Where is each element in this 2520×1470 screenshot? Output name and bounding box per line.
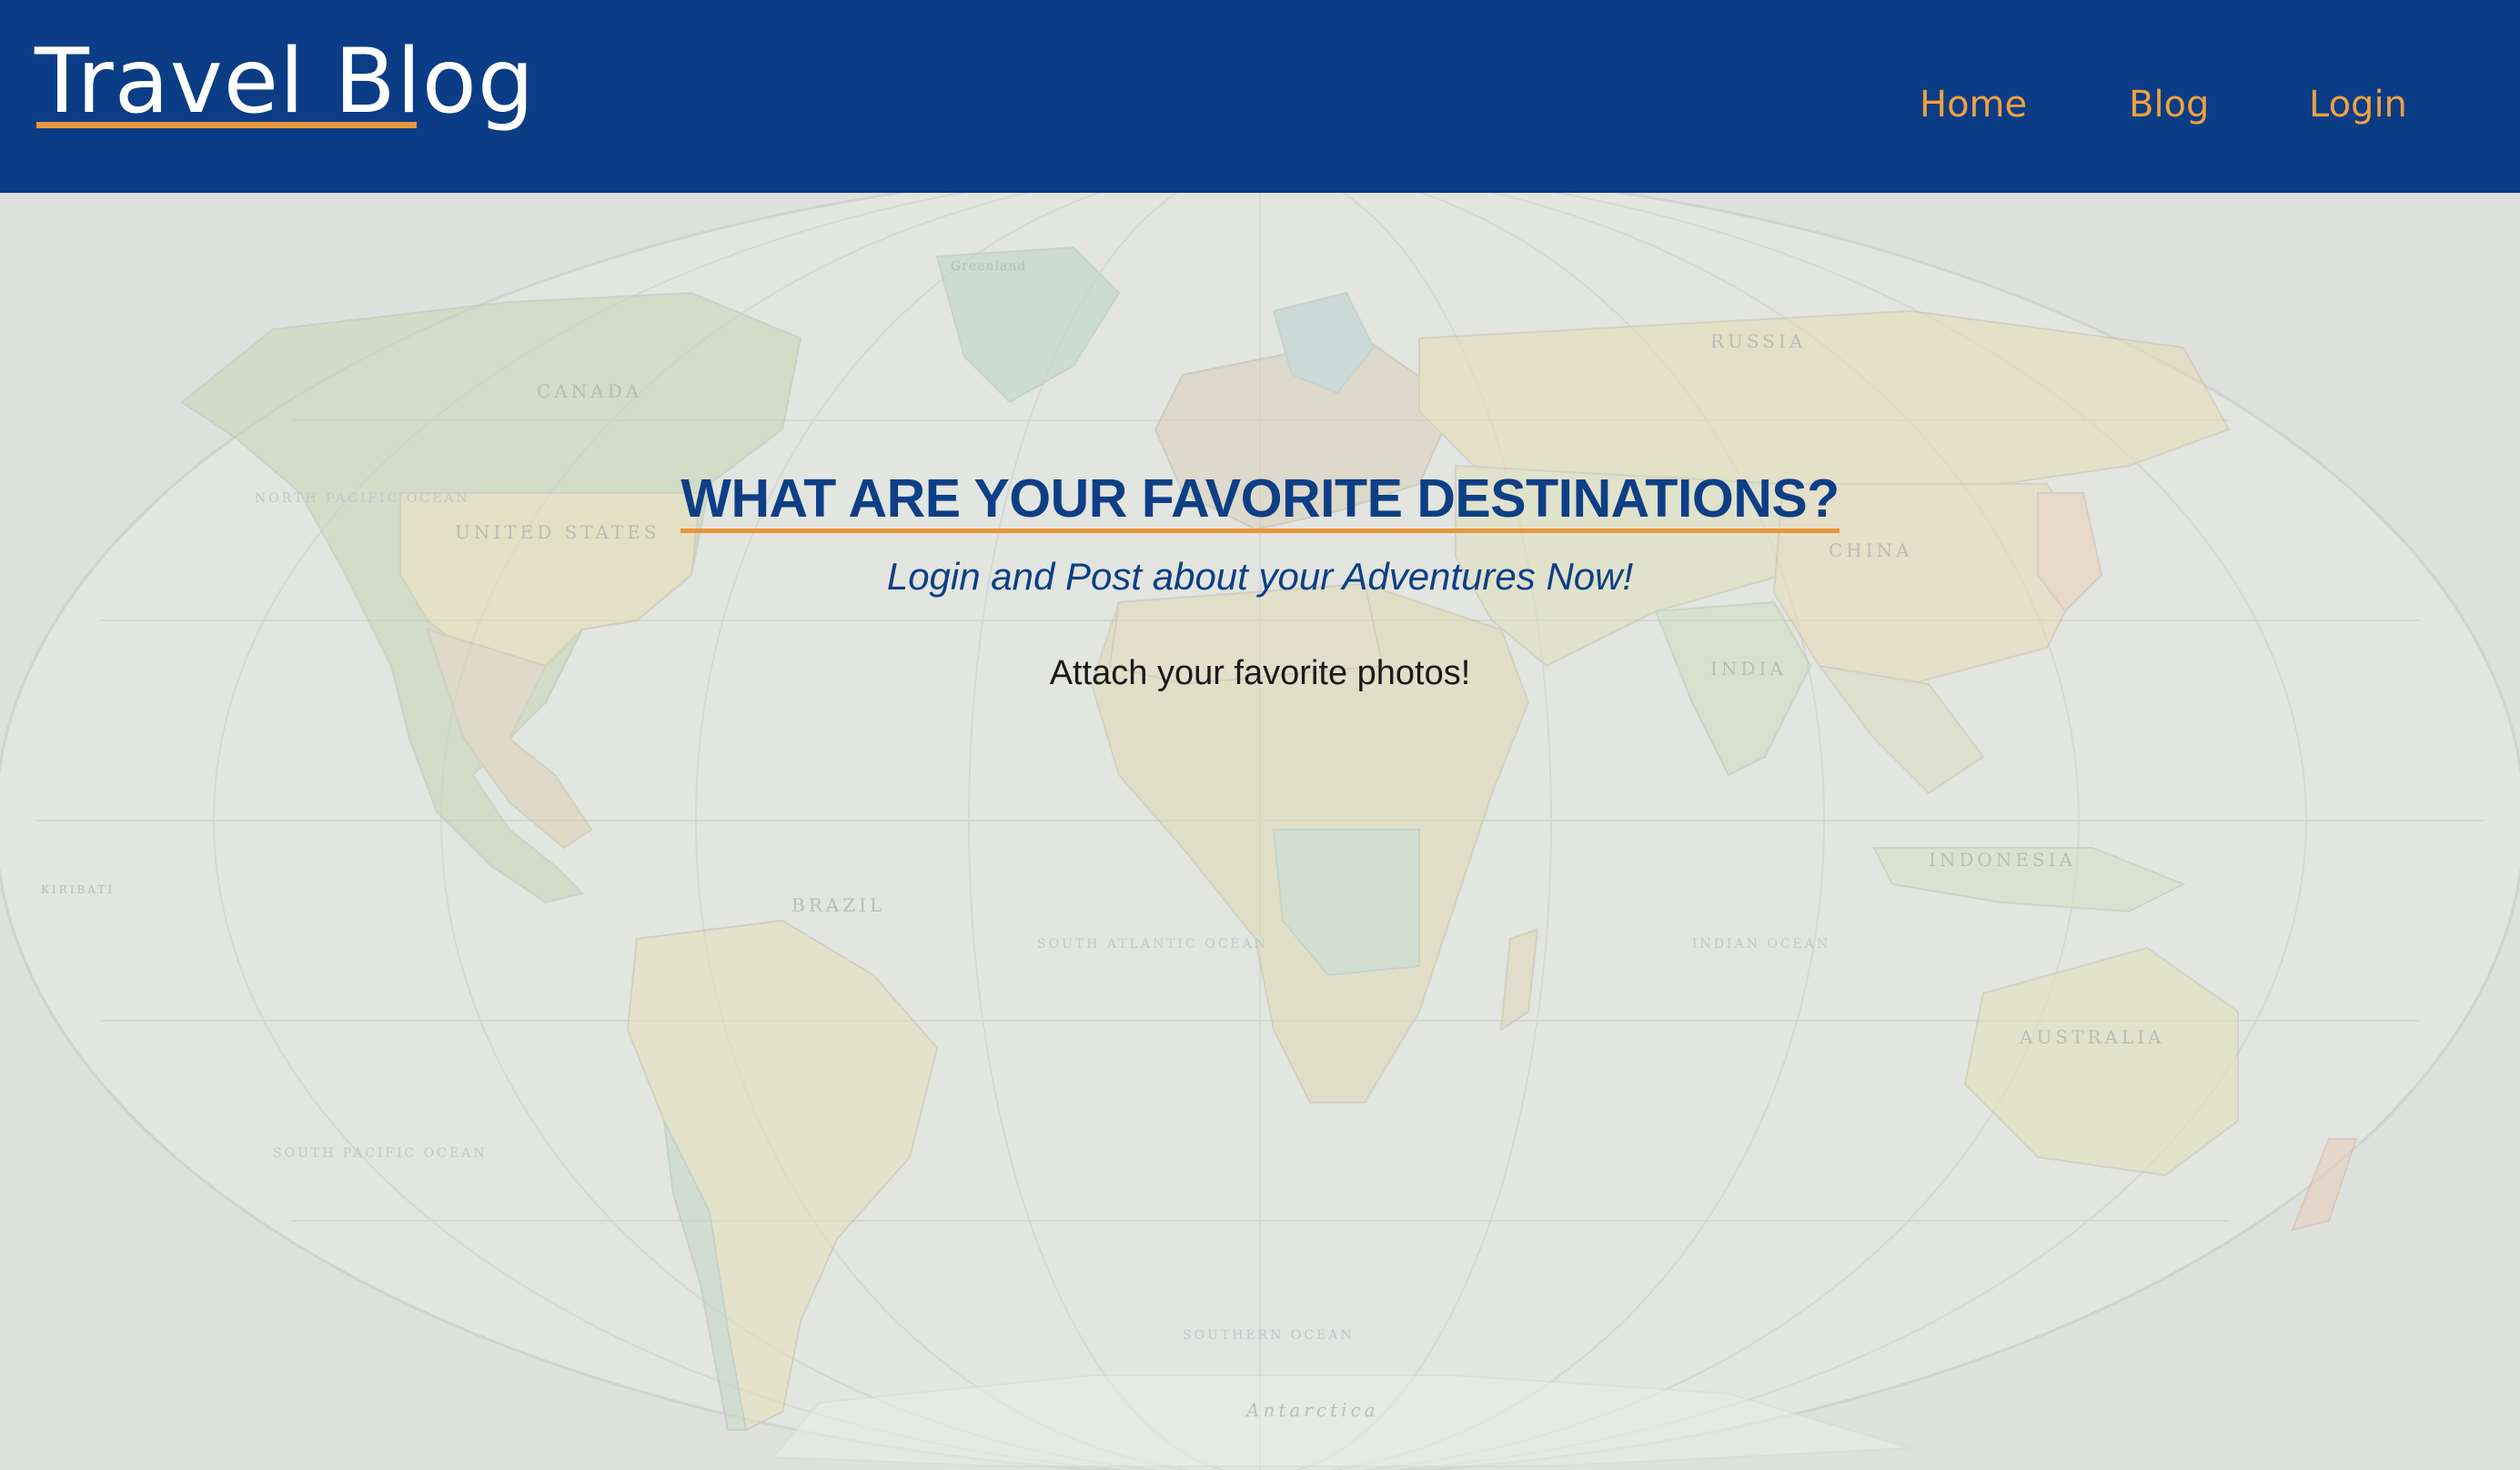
hero-section: CANADA UNITED STATES BRAZIL RUSSIA CHINA… — [0, 193, 2520, 1470]
site-header: Travel Blog Home Blog Login — [0, 0, 2520, 193]
main-nav: Home Blog Login — [0, 73, 2520, 136]
nav-blog-link[interactable]: Blog — [2129, 73, 2209, 136]
hero-body-text: Attach your favorite photos! — [1049, 654, 1471, 692]
page: Travel Blog Home Blog Login CANADA UNITE… — [0, 0, 2520, 1470]
nav-home-link[interactable]: Home — [1920, 73, 2027, 136]
hero-title: WHAT ARE YOUR FAVORITE DESTINATIONS? — [0, 464, 2520, 533]
hero-title-text: WHAT ARE YOUR FAVORITE DESTINATIONS? — [680, 468, 1840, 533]
hero-subtitle: Login and Post about your Adventures Now… — [886, 555, 1634, 598]
world-map-background: CANADA UNITED STATES BRAZIL RUSSIA CHINA… — [0, 193, 2520, 1470]
nav-login-link[interactable]: Login — [2309, 73, 2407, 136]
